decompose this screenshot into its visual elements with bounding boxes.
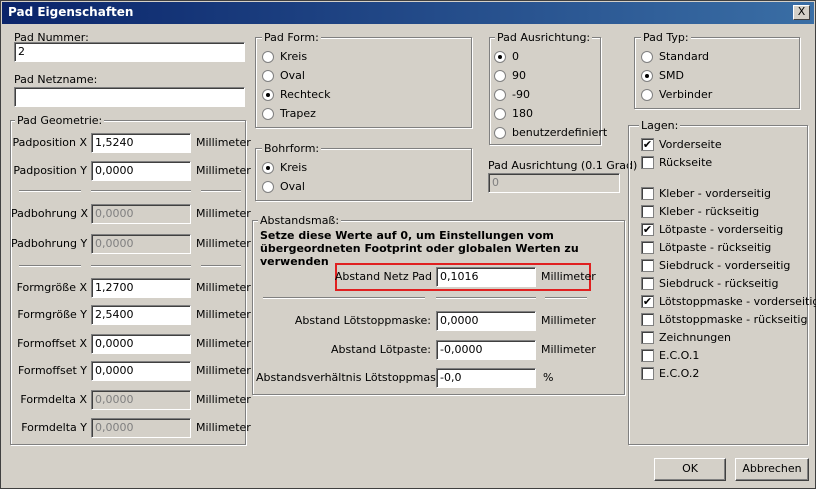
shape-delta-y-input[interactable]: 0,0000 (91, 418, 191, 438)
orient-radio-custom[interactable]: benutzerdefiniert (494, 126, 607, 139)
ok-button[interactable]: OK (654, 458, 726, 481)
custom-orientation-label: Pad Ausrichtung (0.1 Grad) (488, 159, 638, 172)
pad-netname-label: Pad Netzname: (14, 73, 98, 86)
layer-checkbox-drawings[interactable]: Zeichnungen (641, 331, 731, 344)
mask-ratio-label: Abstandsverhältnis Lötstoppmaske: (256, 371, 453, 384)
drill-shape-group (255, 148, 472, 201)
paste-clearance-label: Abstand Lötpaste: (331, 343, 431, 356)
orient-radio-180[interactable]: 180 (494, 107, 533, 120)
unit-label: Millimeter (196, 421, 251, 434)
shape-radio-circle[interactable]: Kreis (262, 50, 307, 63)
orientation-title: Pad Ausrichtung: (495, 31, 593, 44)
shape-delta-x-input[interactable]: 0,0000 (91, 390, 191, 410)
separator (91, 190, 191, 192)
drill-shape-title: Bohrform: (262, 142, 322, 155)
layer-checkbox-glue-back[interactable]: Kleber - rückseitig (641, 205, 759, 218)
pad-type-title: Pad Typ: (641, 31, 691, 44)
pad-shape-title: Pad Form: (262, 31, 321, 44)
unit-label: Millimeter (196, 337, 251, 350)
geom-label: Padbohrung Y (11, 237, 88, 250)
separator (263, 297, 425, 299)
mask-ratio-input[interactable]: -0,0 (436, 368, 536, 388)
pad-properties-dialog: Pad Eigenschaften X Pad Nummer: 2 Pad Ne… (0, 0, 816, 489)
unit-label: Millimeter (196, 281, 251, 294)
geom-label: Formgröße Y (17, 308, 87, 321)
layer-checkbox-eco2[interactable]: E.C.O.2 (641, 367, 699, 380)
unit-label: Millimeter (196, 308, 251, 321)
shape-radio-rectangle[interactable]: Rechteck (262, 88, 330, 101)
layer-checkbox-mask-back[interactable]: Lötstoppmaske - rückseitig (641, 313, 807, 326)
unit-label: Millimeter (196, 364, 251, 377)
orient-radio-minus90[interactable]: -90 (494, 88, 530, 101)
geom-label: Formoffset X (17, 337, 87, 350)
custom-orientation-input[interactable]: 0 (488, 173, 620, 193)
unit-label: Millimeter (196, 136, 251, 149)
net-clearance-label: Abstand Netz Pad (334, 270, 432, 283)
shape-size-x-input[interactable]: 1,2700 (91, 278, 191, 298)
pad-netname-input[interactable] (14, 87, 245, 107)
pad-drill-x-input[interactable]: 0,0000 (91, 204, 191, 224)
layer-checkbox-glue-front[interactable]: Kleber - vorderseitig (641, 187, 771, 200)
type-radio-standard[interactable]: Standard (641, 50, 709, 63)
shape-size-y-input[interactable]: 2,5400 (91, 305, 191, 325)
drill-radio-circle[interactable]: Kreis (262, 161, 307, 174)
layer-checkbox-paste-front[interactable]: ✔ Lötpaste - vorderseitig (641, 223, 783, 236)
separator (91, 265, 191, 267)
geom-label: Padposition X (12, 136, 87, 149)
separator (19, 190, 81, 192)
layer-checkbox-mask-front[interactable]: ✔ Lötstoppmaske - vorderseitig (641, 295, 816, 308)
layer-checkbox-paste-back[interactable]: Lötpaste - rückseitig (641, 241, 771, 254)
shape-radio-oval[interactable]: Oval (262, 69, 305, 82)
layers-title: Lagen: (639, 119, 681, 132)
geom-label: Formoffset Y (17, 364, 87, 377)
separator (436, 297, 536, 299)
net-clearance-input[interactable]: 0,1016 (436, 267, 536, 287)
mask-clearance-input[interactable]: 0,0000 (436, 311, 536, 331)
cancel-button[interactable]: Abbrechen (735, 458, 809, 481)
pad-position-y-input[interactable]: 0,0000 (91, 161, 191, 181)
title-bar[interactable]: Pad Eigenschaften X (2, 2, 814, 24)
pad-position-x-input[interactable]: 1,5240 (91, 133, 191, 153)
window-title: Pad Eigenschaften (8, 5, 134, 19)
paste-clearance-unit: Millimeter (541, 343, 596, 356)
geom-label: Padbohrung X (11, 207, 89, 220)
shape-offset-y-input[interactable]: 0,0000 (91, 361, 191, 381)
clearance-title: Abstandsmaß: (258, 214, 342, 227)
pad-geometry-title: Pad Geometrie: (15, 114, 105, 127)
pad-drill-y-input[interactable]: 0,0000 (91, 234, 191, 254)
shape-radio-trapezoid[interactable]: Trapez (262, 107, 316, 120)
separator (19, 265, 81, 267)
separator (545, 297, 587, 299)
unit-label: Millimeter (196, 237, 251, 250)
layer-checkbox-back[interactable]: Rückseite (641, 156, 712, 169)
unit-label: Millimeter (196, 207, 251, 220)
geom-label: Formgröße X (16, 281, 87, 294)
type-radio-smd[interactable]: SMD (641, 69, 684, 82)
geom-label: Formdelta Y (21, 421, 87, 434)
layer-checkbox-silk-front[interactable]: Siebdruck - vorderseitig (641, 259, 790, 272)
type-radio-connector[interactable]: Verbinder (641, 88, 712, 101)
unit-label: Millimeter (196, 393, 251, 406)
paste-clearance-input[interactable]: -0,0000 (436, 340, 536, 360)
net-clearance-unit: Millimeter (541, 270, 596, 283)
unit-label: Millimeter (196, 164, 251, 177)
layer-checkbox-eco1[interactable]: E.C.O.1 (641, 349, 699, 362)
orient-radio-90[interactable]: 90 (494, 69, 526, 82)
geom-label: Formdelta X (20, 393, 87, 406)
orient-radio-0[interactable]: 0 (494, 50, 519, 63)
mask-ratio-unit: % (543, 371, 554, 384)
layer-checkbox-front[interactable]: ✔ Vorderseite (641, 138, 722, 151)
drill-radio-oval[interactable]: Oval (262, 180, 305, 193)
pad-number-input[interactable]: 2 (14, 42, 245, 62)
close-button[interactable]: X (793, 5, 810, 20)
layer-checkbox-silk-back[interactable]: Siebdruck - rückseitig (641, 277, 778, 290)
shape-offset-x-input[interactable]: 0,0000 (91, 334, 191, 354)
geom-label: Padposition Y (13, 164, 87, 177)
separator (201, 190, 241, 192)
separator (201, 265, 241, 267)
mask-clearance-label: Abstand Lötstoppmaske: (294, 314, 431, 327)
mask-clearance-unit: Millimeter (541, 314, 596, 327)
